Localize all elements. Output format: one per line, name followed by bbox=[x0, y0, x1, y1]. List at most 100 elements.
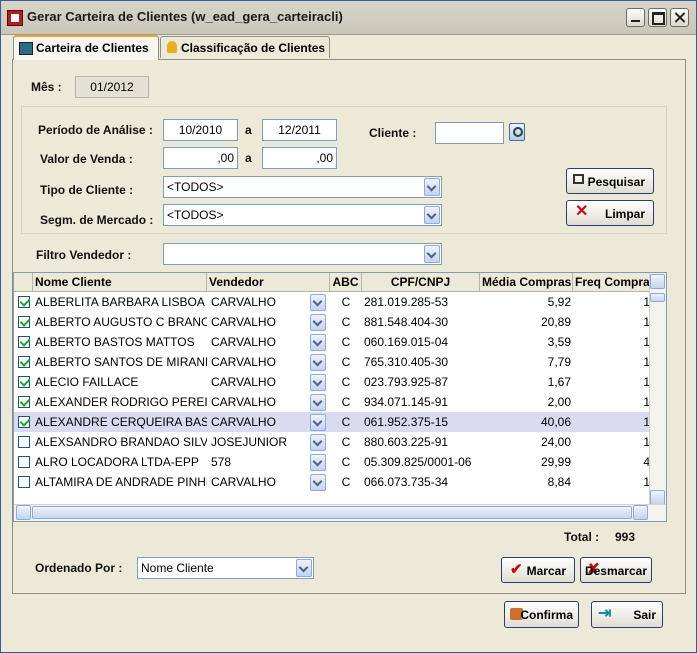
table-row[interactable]: ALECIO FAILLACE CARVALHO C 023.793.925-87 1,… bbox=[14, 372, 652, 392]
scroll-thumb-h[interactable] bbox=[32, 506, 632, 519]
cell-freq: 1 bbox=[643, 415, 650, 429]
cliente-input[interactable] bbox=[435, 122, 504, 144]
tab-label: Classificação de Clientes bbox=[181, 41, 326, 55]
chevron-down-icon[interactable] bbox=[310, 334, 326, 351]
cell-cpf: 881.548.404-30 bbox=[364, 315, 449, 329]
header-freq[interactable]: Freq Compras bbox=[573, 273, 653, 291]
cell-vendedor: CARVALHO bbox=[211, 315, 276, 329]
periodo-to-input[interactable]: 12/2011 bbox=[262, 119, 337, 141]
valor-to-input[interactable]: ,00 bbox=[262, 147, 337, 169]
cell-nome: ALRO LOCADORA LTDA-EPP bbox=[35, 455, 199, 469]
table-row[interactable]: ALBERTO AUGUSTO C BRANCO CARVALHO C 881.548… bbox=[14, 312, 652, 332]
desmarcar-label: Desmarcar bbox=[584, 564, 647, 578]
table-row[interactable]: ALBERTO BASTOS MATTOS CARVALHO C 060.169.01… bbox=[14, 332, 652, 352]
row-checkbox[interactable] bbox=[18, 296, 30, 308]
desmarcar-button[interactable]: ✘ Desmarcar bbox=[580, 557, 652, 583]
valor-from-input[interactable]: ,00 bbox=[163, 147, 238, 169]
row-checkbox[interactable] bbox=[18, 356, 30, 368]
minimize-button[interactable] bbox=[626, 8, 645, 27]
row-checkbox[interactable] bbox=[18, 396, 30, 408]
limpar-button[interactable]: ✕ Limpar bbox=[566, 200, 654, 226]
title-bar[interactable]: Gerar Carteira de Clientes (w_ead_gera_c… bbox=[1, 1, 696, 35]
cell-cpf: 934.071.145-91 bbox=[364, 395, 449, 409]
row-checkbox[interactable] bbox=[18, 436, 30, 448]
header-vendedor[interactable]: Vendedor bbox=[207, 273, 330, 291]
periodo-label: Período de Análise : bbox=[38, 123, 153, 137]
table-row[interactable]: ALTAMIRA DE ANDRADE PINHEIRO CARVALHO C 066… bbox=[14, 472, 652, 492]
periodo-from-input[interactable]: 10/2010 bbox=[163, 119, 238, 141]
tab-carteira-clientes[interactable]: Carteira de Clientes bbox=[13, 35, 159, 60]
header-cpf[interactable]: CPF/CNPJ bbox=[362, 273, 480, 291]
scroll-left-button[interactable] bbox=[16, 505, 31, 520]
sair-label: Sair bbox=[633, 608, 656, 622]
table-row[interactable]: ALBERLITA BARBARA LISBOA S CARVALHO C 281.0… bbox=[14, 292, 652, 312]
segmento-select[interactable]: <TODOS> bbox=[163, 204, 442, 226]
scroll-right-button[interactable] bbox=[633, 505, 648, 520]
cell-freq: 1 bbox=[643, 375, 650, 389]
ordenado-value: Nome Cliente bbox=[141, 561, 214, 575]
cell-abc: C bbox=[341, 395, 351, 409]
chevron-down-icon[interactable] bbox=[310, 354, 326, 371]
table-header: Nome Cliente Vendedor ABC CPF/CNPJ Média… bbox=[14, 273, 653, 292]
header-media[interactable]: Média Compras bbox=[480, 273, 573, 291]
cliente-lookup-button[interactable] bbox=[509, 123, 525, 141]
table-row[interactable]: ALEXANDRE CERQUEIRA BASTOS CARVALHO C 061.9… bbox=[14, 412, 652, 432]
cell-vendedor: CARVALHO bbox=[211, 475, 276, 489]
close-button[interactable] bbox=[670, 8, 689, 27]
chevron-down-icon[interactable] bbox=[424, 206, 440, 224]
tipo-cliente-select[interactable]: <TODOS> bbox=[163, 176, 442, 198]
pesquisar-button[interactable]: Pesquisar bbox=[566, 168, 654, 194]
chevron-down-icon[interactable] bbox=[310, 314, 326, 331]
window-title: Gerar Carteira de Clientes (w_ead_gera_c… bbox=[27, 9, 343, 24]
cell-nome: ALBERTO SANTOS DE MIRANDA bbox=[35, 355, 207, 369]
table-row[interactable]: ALRO LOCADORA LTDA-EPP 578 C 05.309.825/000… bbox=[14, 452, 652, 472]
clientes-table[interactable]: Nome Cliente Vendedor ABC CPF/CNPJ Média… bbox=[13, 272, 667, 522]
pesquisar-label: Pesquisar bbox=[587, 175, 645, 189]
chevron-down-icon[interactable] bbox=[296, 559, 312, 577]
clear-x-icon: ✕ bbox=[575, 203, 589, 220]
header-nome[interactable]: Nome Cliente bbox=[33, 273, 207, 291]
cell-nome: ALEXSANDRO BRANDAO SILVA bbox=[35, 435, 207, 449]
confirma-button[interactable]: Confirma bbox=[504, 601, 579, 628]
cell-vendedor: 578 bbox=[211, 455, 232, 469]
maximize-button[interactable] bbox=[648, 8, 667, 27]
table-icon bbox=[19, 42, 33, 55]
sair-button[interactable]: ⇥ Sair bbox=[591, 601, 663, 628]
row-checkbox[interactable] bbox=[18, 336, 30, 348]
table-row[interactable]: ALEXSANDRO BRANDAO SILVA JOSEJUNIOR C 880.6… bbox=[14, 432, 652, 452]
cell-media: 24,00 bbox=[540, 435, 571, 449]
exit-door-icon: ⇥ bbox=[598, 605, 612, 622]
row-checkbox[interactable] bbox=[18, 376, 30, 388]
table-row[interactable]: ALEXANDER RODRIGO PEREIRA CARVALHO C 934.07… bbox=[14, 392, 652, 412]
scroll-down-button[interactable] bbox=[650, 490, 665, 505]
ordenado-select[interactable]: Nome Cliente bbox=[137, 557, 314, 579]
chevron-down-icon[interactable] bbox=[310, 454, 326, 471]
chevron-down-icon[interactable] bbox=[310, 474, 326, 491]
cell-nome: ALEXANDER RODRIGO PEREIRA bbox=[35, 395, 207, 409]
chevron-down-icon[interactable] bbox=[310, 374, 326, 391]
chevron-down-icon[interactable] bbox=[424, 245, 440, 263]
scroll-thumb[interactable] bbox=[650, 293, 665, 302]
filtro-vendedor-select[interactable] bbox=[163, 243, 442, 265]
header-abc[interactable]: ABC bbox=[330, 273, 362, 291]
chevron-down-icon[interactable] bbox=[310, 414, 326, 431]
row-checkbox[interactable] bbox=[18, 316, 30, 328]
tab-classificacao-clientes[interactable]: Classificação de Clientes bbox=[160, 36, 330, 58]
cell-media: 29,99 bbox=[540, 455, 571, 469]
chevron-down-icon[interactable] bbox=[424, 178, 440, 196]
row-checkbox[interactable] bbox=[18, 456, 30, 468]
chevron-down-icon[interactable] bbox=[310, 294, 326, 311]
scroll-up-button[interactable] bbox=[650, 274, 665, 289]
cell-media: 7,79 bbox=[547, 355, 571, 369]
horizontal-scrollbar[interactable] bbox=[14, 504, 666, 521]
chevron-down-icon[interactable] bbox=[310, 434, 326, 451]
cell-freq: 1 bbox=[643, 395, 650, 409]
row-checkbox[interactable] bbox=[18, 476, 30, 488]
vertical-scrollbar[interactable] bbox=[649, 273, 666, 505]
chevron-down-icon[interactable] bbox=[310, 394, 326, 411]
marcar-button[interactable]: ✔ Marcar bbox=[501, 557, 575, 583]
mes-label: Mês : bbox=[31, 80, 62, 94]
table-row[interactable]: ALBERTO SANTOS DE MIRANDA CARVALHO C 765.31… bbox=[14, 352, 652, 372]
row-checkbox[interactable] bbox=[18, 416, 30, 428]
cell-abc: C bbox=[341, 335, 351, 349]
